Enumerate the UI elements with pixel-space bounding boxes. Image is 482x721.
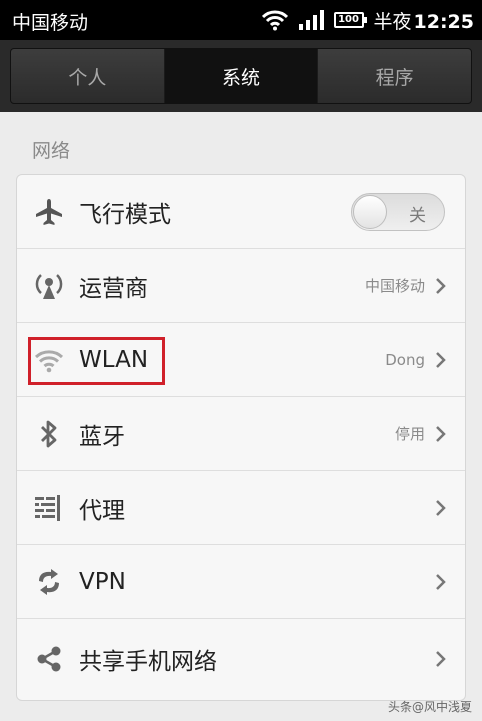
wifi-signal-icon	[261, 10, 288, 31]
proxy-icon	[31, 490, 67, 526]
network-settings-list: 飞行模式 关 运营商 中国移动 WLAN Dong 蓝牙 停用 代理 VPN 共…	[16, 174, 466, 701]
clock: 半夜 12:25	[374, 7, 475, 34]
setting-row-airplane-mode[interactable]: 飞行模式 关	[17, 175, 465, 249]
toggle-knob	[353, 194, 387, 229]
tabs: 个人 系统 程序	[10, 48, 472, 104]
tab-personal[interactable]: 个人	[11, 49, 165, 103]
time-period: 半夜	[373, 10, 412, 33]
tab-system[interactable]: 系统	[164, 49, 319, 103]
wlan-network-name: Dong	[385, 350, 425, 369]
battery-level: 100	[338, 14, 359, 25]
bluetooth-status: 停用	[394, 425, 425, 443]
cell-tower-icon	[31, 268, 67, 304]
status-bar: 中国移动 100 半夜 12:25	[0, 0, 482, 40]
airplane-icon	[31, 194, 67, 230]
tethering-label: 共享手机网络	[79, 648, 217, 675]
chevron-right-icon	[436, 277, 446, 294]
setting-row-vpn[interactable]: VPN	[17, 545, 465, 619]
chevron-right-icon	[436, 573, 446, 590]
section-title-network: 网络	[32, 140, 71, 162]
carrier-label: 运营商	[79, 275, 148, 302]
tab-apps[interactable]: 程序	[318, 49, 471, 103]
airplane-mode-toggle[interactable]: 关	[351, 192, 445, 231]
status-icons: 100 半夜 12:25	[261, 6, 475, 34]
bluetooth-label: 蓝牙	[79, 423, 125, 450]
tab-bar: 个人 系统 程序	[0, 40, 482, 112]
chevron-right-icon	[436, 650, 446, 667]
vpn-label: VPN	[79, 568, 126, 595]
chevron-right-icon	[436, 499, 446, 516]
cell-signal-icon	[298, 10, 324, 30]
setting-row-carrier[interactable]: 运营商 中国移动	[17, 249, 465, 323]
vpn-icon	[31, 564, 67, 600]
carrier-value: 中国移动	[364, 277, 425, 295]
setting-row-tethering[interactable]: 共享手机网络	[17, 619, 465, 698]
chevron-right-icon	[436, 351, 446, 368]
chevron-right-icon	[436, 425, 446, 442]
proxy-label: 代理	[79, 497, 125, 524]
carrier-name: 中国移动	[12, 12, 89, 34]
watermark: 头条@风中浅夏	[387, 700, 472, 714]
wlan-highlight-box	[28, 337, 165, 385]
share-icon	[31, 641, 67, 677]
setting-row-proxy[interactable]: 代理	[17, 471, 465, 545]
time: 12:25	[413, 10, 474, 33]
bluetooth-icon	[31, 416, 67, 452]
battery-icon: 100	[333, 12, 367, 28]
airplane-mode-label: 飞行模式	[79, 201, 171, 228]
setting-row-bluetooth[interactable]: 蓝牙 停用	[17, 397, 465, 471]
toggle-state-text: 关	[409, 205, 426, 226]
